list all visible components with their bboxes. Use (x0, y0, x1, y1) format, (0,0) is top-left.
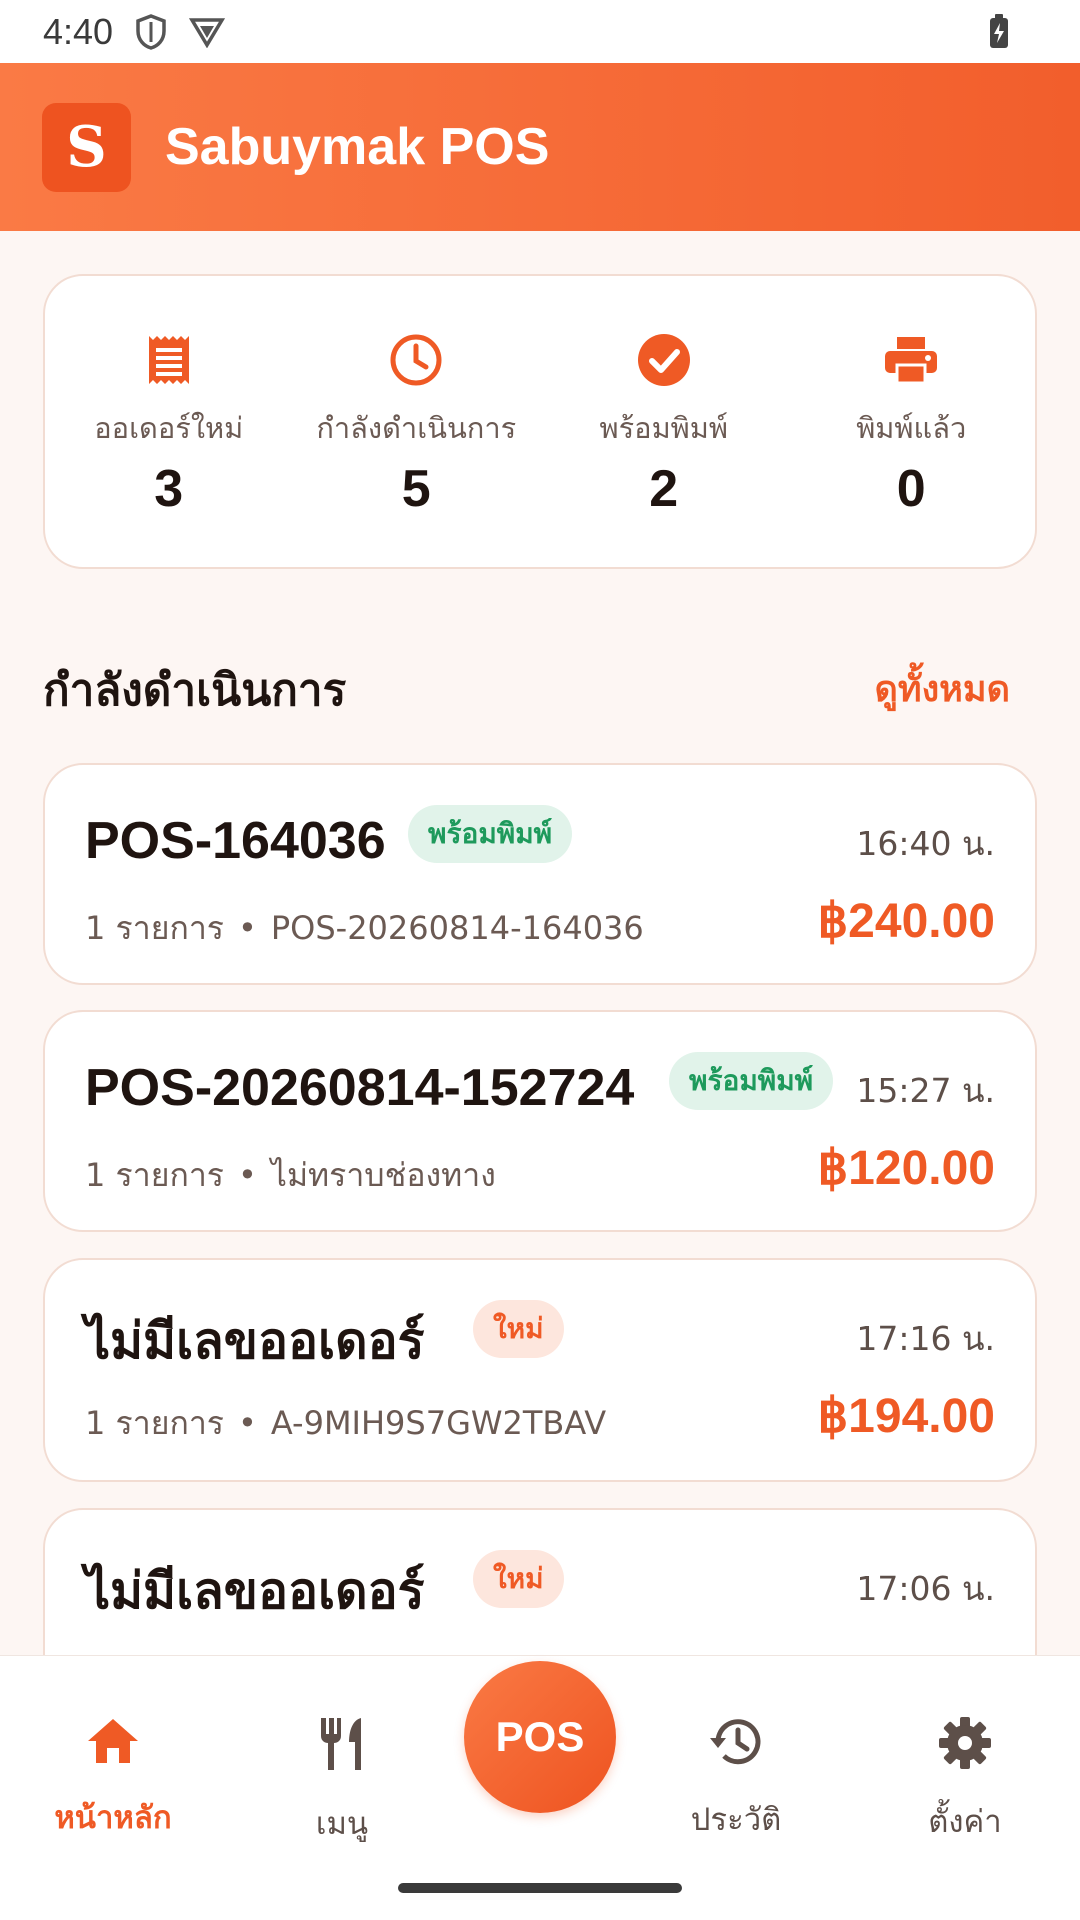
order-id: POS-164036 (85, 812, 386, 870)
pos-button[interactable]: POS (464, 1661, 616, 1813)
order-channel: A-9MIH9S7GW2TBAV (270, 1404, 607, 1442)
order-amount: ฿194.00 (817, 1390, 995, 1443)
order-card[interactable]: ไม่มีเลขออเดอร์ ใหม่ 17:16 น. 1 รายการ • A… (43, 1258, 1037, 1482)
stat-label: พร้อมพิมพ์ (599, 411, 729, 445)
shield-icon (135, 13, 167, 50)
order-meta: 1 รายการ • POS-20260814-164036 (85, 903, 644, 954)
stat-label: พิมพ์แล้ว (856, 411, 967, 445)
order-id: ไม่มีเลขออเดอร์ (85, 1562, 425, 1620)
separator-dot: • (237, 1156, 257, 1194)
separator-dot: • (237, 909, 257, 947)
status-badge: พร้อมพิมพ์ (669, 1052, 834, 1110)
check-circle-icon (637, 331, 691, 389)
order-time: 15:27 น. (856, 1071, 995, 1110)
clock-icon (389, 331, 443, 389)
nav-label: ประวัติ (690, 1802, 782, 1838)
nav-history[interactable]: ประวัติ (646, 1716, 826, 1844)
order-card[interactable]: POS-164036 พร้อมพิมพ์ 16:40 น. 1 รายการ •… (43, 763, 1037, 985)
nav-home[interactable]: หน้าหลัก (23, 1716, 203, 1842)
stat-ready-to-print[interactable]: พร้อมพิมพ์ 2 (540, 276, 788, 567)
battery-charging-icon (988, 13, 1010, 50)
status-badge: พร้อมพิมพ์ (408, 805, 573, 863)
order-card[interactable]: POS-20260814-152724 พร้อมพิมพ์ 15:27 น. … (43, 1010, 1037, 1232)
vpn-icon (189, 16, 226, 48)
app-title: Sabuymak POS (165, 118, 550, 176)
view-all-link[interactable]: ดูทั้งหมด (874, 660, 1010, 717)
order-id: ไม่มีเลขออเดอร์ (85, 1312, 425, 1370)
nav-label: หน้าหลัก (54, 1800, 172, 1836)
order-meta: 1 รายการ • A-9MIH9S7GW2TBAV (85, 1398, 606, 1449)
section-title: กำลังดำเนินการ (43, 665, 347, 716)
status-bar: 4:40 (0, 0, 1080, 63)
order-time: 17:16 น. (856, 1319, 995, 1358)
order-time: 17:06 น. (856, 1569, 995, 1608)
status-badge: ใหม่ (473, 1300, 564, 1358)
order-amount: ฿120.00 (817, 1142, 995, 1195)
printer-icon (883, 331, 939, 389)
order-meta: 1 รายการ • ไม่ทราบช่องทาง (85, 1150, 496, 1201)
stat-in-progress[interactable]: กำลังดำเนินการ 5 (293, 276, 541, 567)
order-item-count: 1 รายการ (85, 909, 224, 947)
order-channel: ไม่ทราบช่องทาง (270, 1156, 496, 1194)
separator-dot: • (237, 1404, 257, 1442)
stat-value: 3 (154, 460, 184, 518)
status-time: 4:40 (43, 10, 114, 52)
receipt-icon (145, 331, 193, 389)
stat-value: 2 (649, 460, 679, 518)
stats-card: ออเดอร์ใหม่ 3 กำลังดำเนินการ 5 พร้อมพิมพ… (43, 274, 1037, 569)
stat-new-orders[interactable]: ออเดอร์ใหม่ 3 (45, 276, 293, 567)
order-amount: ฿240.00 (817, 895, 995, 948)
home-icon (85, 1716, 141, 1770)
history-icon (708, 1716, 764, 1772)
order-item-count: 1 รายการ (85, 1404, 224, 1442)
order-channel: POS-20260814-164036 (270, 909, 644, 947)
order-id: POS-20260814-152724 (85, 1059, 635, 1117)
app-bar: S Sabuymak POS (0, 63, 1080, 231)
nav-menu[interactable]: เมนู (252, 1716, 432, 1848)
nav-label: เมนู (315, 1806, 369, 1842)
stat-printed[interactable]: พิมพ์แล้ว 0 (788, 276, 1036, 567)
home-indicator[interactable] (398, 1883, 682, 1893)
nav-label: ตั้งค่า (928, 1804, 1002, 1840)
order-item-count: 1 รายการ (85, 1156, 224, 1194)
utensils-icon (315, 1716, 369, 1776)
gear-icon (938, 1716, 992, 1774)
stat-label: ออเดอร์ใหม่ (94, 411, 244, 445)
stat-value: 0 (896, 460, 926, 518)
bottom-nav: หน้าหลัก เมนู POS ประวัติ ตั้งค่า (0, 1655, 1080, 1920)
stat-label: กำลังดำเนินการ (316, 411, 517, 445)
app-logo: S (42, 102, 131, 192)
order-time: 16:40 น. (856, 824, 995, 863)
stat-value: 5 (401, 460, 431, 518)
nav-settings[interactable]: ตั้งค่า (875, 1716, 1055, 1846)
status-badge: ใหม่ (473, 1550, 564, 1608)
